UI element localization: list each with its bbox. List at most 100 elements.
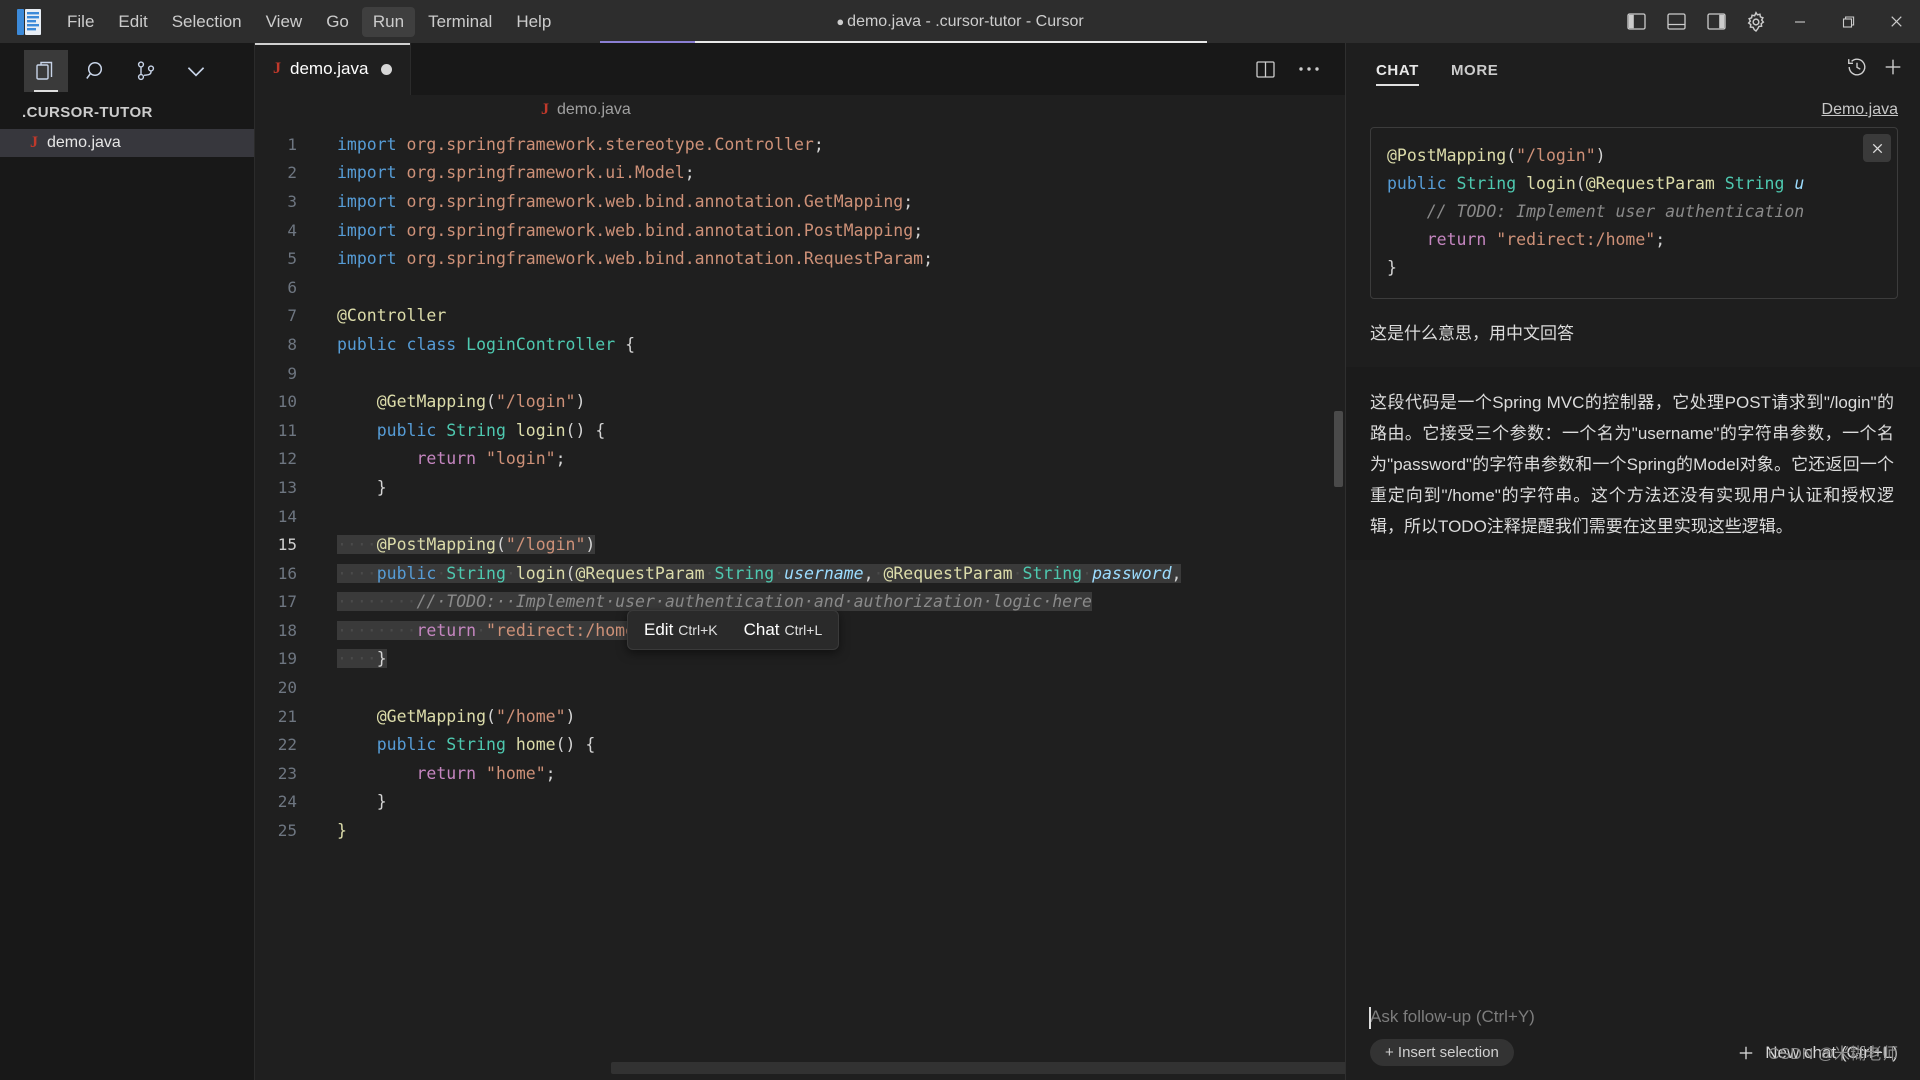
- popup-chat-button[interactable]: ChatCtrl+L: [744, 620, 823, 640]
- title-bar: File Edit Selection View Go Run Terminal…: [0, 0, 1920, 43]
- toggle-primary-sidebar-icon[interactable]: [1616, 0, 1656, 43]
- popup-edit-label: Edit: [644, 620, 673, 639]
- menu-item-view[interactable]: View: [255, 7, 314, 37]
- cursor-logo-icon: [14, 7, 44, 37]
- sidebar-item-demo-java[interactable]: J demo.java: [0, 129, 254, 157]
- breadcrumb[interactable]: J demo.java: [255, 95, 1345, 125]
- code-line: 5import org.springframework.web.bind.ann…: [255, 244, 1345, 273]
- more-actions-icon[interactable]: [1291, 51, 1327, 87]
- popup-edit-shortcut: Ctrl+K: [678, 622, 717, 638]
- line-number: 20: [255, 678, 315, 697]
- code-line: 24 }: [255, 788, 1345, 817]
- code-line: 2import org.springframework.ui.Model;: [255, 159, 1345, 188]
- insert-selection-button[interactable]: + Insert selection: [1370, 1039, 1514, 1066]
- close-button[interactable]: [1872, 0, 1920, 43]
- split-editor-icon[interactable]: [1247, 51, 1283, 87]
- editor-vertical-scrollbar[interactable]: [1331, 125, 1345, 1080]
- tab-dirty-indicator-icon[interactable]: [381, 64, 392, 75]
- chat-panel: CHAT MORE Demo.java @Po: [1345, 43, 1920, 1080]
- line-number: 8: [255, 335, 315, 354]
- activity-bar: [0, 43, 254, 98]
- code-editor[interactable]: 1import org.springframework.stereotype.C…: [255, 125, 1345, 1080]
- gear-icon[interactable]: [1736, 0, 1776, 43]
- code-line: 12 return "login";: [255, 445, 1345, 474]
- code-line: 3import org.springframework.web.bind.ann…: [255, 187, 1345, 216]
- chat-input-placeholder: Ask follow-up (Ctrl+Y): [1370, 1007, 1535, 1026]
- selection-action-popup: Edit Ctrl+K ChatCtrl+L: [627, 610, 839, 650]
- tab-chat[interactable]: CHAT: [1362, 46, 1433, 92]
- line-number: 1: [255, 135, 315, 154]
- code-line: 11 public String login() {: [255, 416, 1345, 445]
- menu-item-file[interactable]: File: [56, 7, 105, 37]
- chat-user-message: 这是什么意思，用中文回答: [1346, 299, 1920, 367]
- toggle-secondary-sidebar-icon[interactable]: [1696, 0, 1736, 43]
- minimize-button[interactable]: [1776, 0, 1824, 43]
- workbench: .CURSOR-TUTOR J demo.java J demo.java: [0, 43, 1920, 1080]
- line-number: 15: [255, 535, 315, 554]
- code-line: 9: [255, 359, 1345, 388]
- menu-item-selection[interactable]: Selection: [161, 7, 253, 37]
- line-number: 24: [255, 792, 315, 811]
- chat-header: CHAT MORE: [1346, 43, 1920, 95]
- explorer-section-title: .CURSOR-TUTOR: [0, 98, 254, 129]
- editor-tabs-bar: J demo.java: [255, 43, 1345, 95]
- menu-item-edit[interactable]: Edit: [107, 7, 158, 37]
- toggle-panel-icon[interactable]: [1656, 0, 1696, 43]
- menu-item-terminal[interactable]: Terminal: [417, 7, 503, 37]
- chat-input[interactable]: Ask follow-up (Ctrl+Y): [1346, 995, 1920, 1035]
- line-number: 18: [255, 621, 315, 640]
- plus-icon: [1736, 1043, 1756, 1063]
- code-line: 10 @GetMapping("/login"): [255, 387, 1345, 416]
- maximize-button[interactable]: [1824, 0, 1872, 43]
- line-number: 25: [255, 821, 315, 840]
- cursor-window: File Edit Selection View Go Run Terminal…: [0, 0, 1920, 1080]
- line-number: 17: [255, 592, 315, 611]
- code-line: 8public class LoginController {: [255, 330, 1345, 359]
- code-line: 7@Controller: [255, 302, 1345, 331]
- code-line: 23 return "home";: [255, 759, 1345, 788]
- explorer-icon[interactable]: [24, 50, 68, 92]
- chevron-down-icon[interactable]: [174, 50, 218, 92]
- code-lines: 1import org.springframework.stereotype.C…: [255, 125, 1345, 845]
- search-icon[interactable]: [74, 50, 118, 92]
- chat-header-actions: [1846, 56, 1904, 83]
- watermark: CSDN @米糊老师: [1768, 1040, 1898, 1064]
- menu-item-help[interactable]: Help: [505, 7, 562, 37]
- source-control-icon[interactable]: [124, 50, 168, 92]
- menu-item-run[interactable]: Run: [362, 7, 415, 37]
- window-title-text: demo.java - .cursor-tutor - Cursor: [847, 13, 1084, 30]
- code-line: 22 public String home() {: [255, 730, 1345, 759]
- code-line: 13 }: [255, 473, 1345, 502]
- line-number: 12: [255, 449, 315, 468]
- line-number: 16: [255, 564, 315, 583]
- java-file-icon: J: [30, 134, 38, 152]
- editor-horizontal-scrollbar[interactable]: [611, 1062, 1345, 1074]
- code-line: 6: [255, 273, 1345, 302]
- code-line: 1import org.springframework.stereotype.C…: [255, 130, 1345, 159]
- line-number: 21: [255, 707, 315, 726]
- java-file-icon: J: [541, 101, 549, 119]
- chat-context-file-link[interactable]: Demo.java: [1346, 95, 1920, 123]
- tab-more[interactable]: MORE: [1437, 46, 1512, 92]
- menu-item-go[interactable]: Go: [315, 7, 360, 37]
- code-line: 21 @GetMapping("/home"): [255, 702, 1345, 731]
- file-label: demo.java: [47, 134, 121, 152]
- popup-edit-button[interactable]: Edit Ctrl+K: [644, 620, 718, 640]
- popup-chat-shortcut: Ctrl+L: [785, 622, 823, 638]
- line-number: 13: [255, 478, 315, 497]
- history-icon[interactable]: [1846, 56, 1868, 83]
- scrollbar-thumb[interactable]: [1334, 411, 1343, 487]
- line-number: 6: [255, 278, 315, 297]
- primary-sidebar: .CURSOR-TUTOR J demo.java: [0, 43, 255, 1080]
- menu-bar: File Edit Selection View Go Run Terminal…: [56, 7, 562, 37]
- close-icon[interactable]: [1863, 134, 1891, 162]
- line-number: 2: [255, 163, 315, 182]
- code-line: 14: [255, 502, 1345, 531]
- chat-code-block: @PostMapping("/login") public String log…: [1370, 127, 1898, 299]
- tab-label: demo.java: [290, 59, 368, 79]
- code-line: 25}: [255, 816, 1345, 845]
- line-number: 14: [255, 507, 315, 526]
- code-line: 15····@PostMapping("/login"): [255, 530, 1345, 559]
- new-chat-plus-icon[interactable]: [1882, 56, 1904, 83]
- tab-demo-java[interactable]: J demo.java: [255, 43, 411, 95]
